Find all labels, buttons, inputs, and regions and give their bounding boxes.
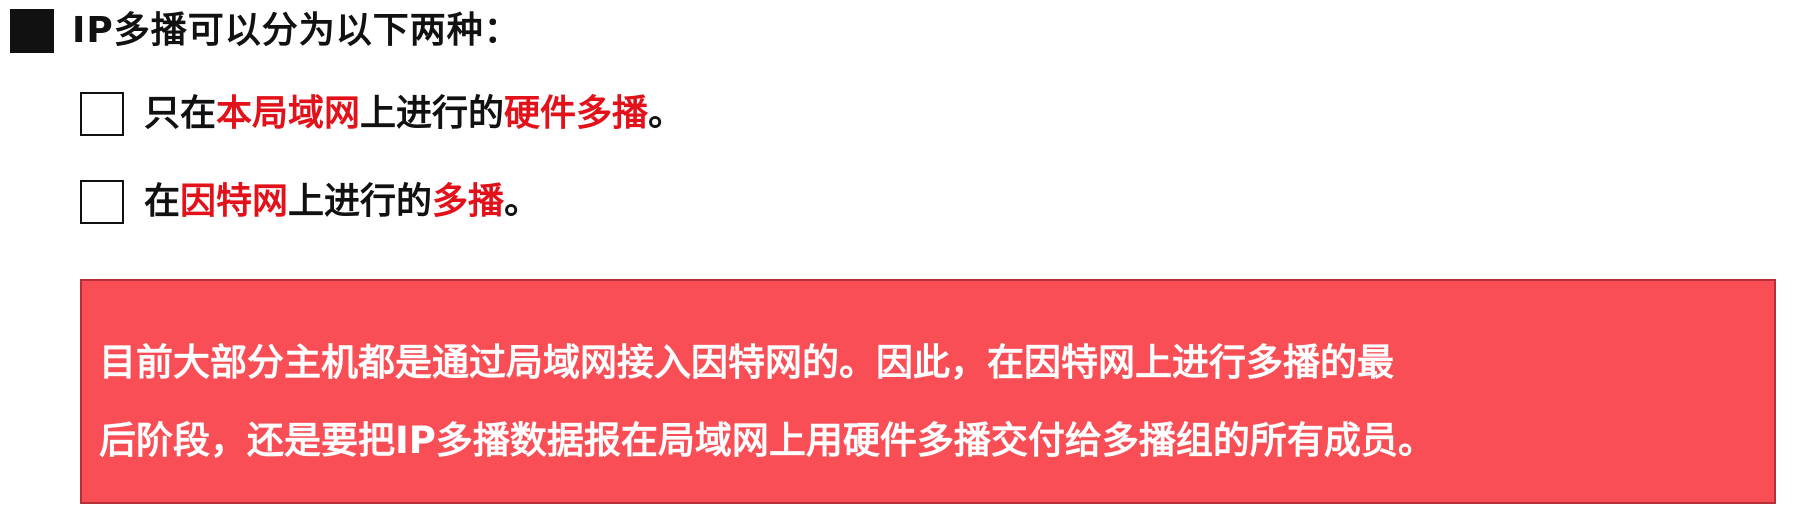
bullet-item-local-hardware-multicast: 只在本局域网上进行的硬件多播。 bbox=[80, 88, 684, 140]
highlight-multicast: 多播 bbox=[432, 181, 505, 222]
bullet-text-segment: 在 bbox=[144, 181, 181, 222]
bullet-text: 只在本局域网上进行的硬件多播。 bbox=[144, 88, 684, 140]
note-line: 目前大部分主机都是通过局域网接入因特网的。因此，在因特网上进行多播的最 bbox=[99, 341, 1394, 384]
bullet-text-punctuation: 。 bbox=[504, 181, 541, 222]
heading-text: IP多播可以分为以下两种： bbox=[72, 10, 521, 51]
bullet-text-segment: 上进行的 bbox=[288, 181, 433, 222]
note-callout-box: 目前大部分主机都是通过局域网接入因特网的。因此，在因特网上进行多播的最 后阶段，… bbox=[80, 279, 1776, 504]
filled-square-bullet-icon bbox=[10, 9, 54, 53]
highlight-internet: 因特网 bbox=[180, 181, 289, 222]
bullet-item-internet-multicast: 在因特网上进行的多播。 bbox=[80, 176, 540, 228]
empty-square-bullet-icon bbox=[80, 180, 124, 224]
empty-square-bullet-icon bbox=[80, 92, 124, 136]
highlight-local-network: 本局域网 bbox=[216, 93, 361, 134]
bullet-text: 在因特网上进行的多播。 bbox=[144, 176, 540, 228]
section-heading: IP多播可以分为以下两种： bbox=[10, 8, 521, 54]
bullet-text-segment: 只在 bbox=[144, 93, 217, 134]
bullet-text-segment: 上进行的 bbox=[360, 93, 505, 134]
bullet-text-punctuation: 。 bbox=[648, 93, 685, 134]
note-line: 后阶段，还是要把IP多播数据报在局域网上用硬件多播交付给多播组的所有成员。 bbox=[99, 419, 1435, 462]
highlight-hardware-multicast: 硬件多播 bbox=[504, 93, 649, 134]
